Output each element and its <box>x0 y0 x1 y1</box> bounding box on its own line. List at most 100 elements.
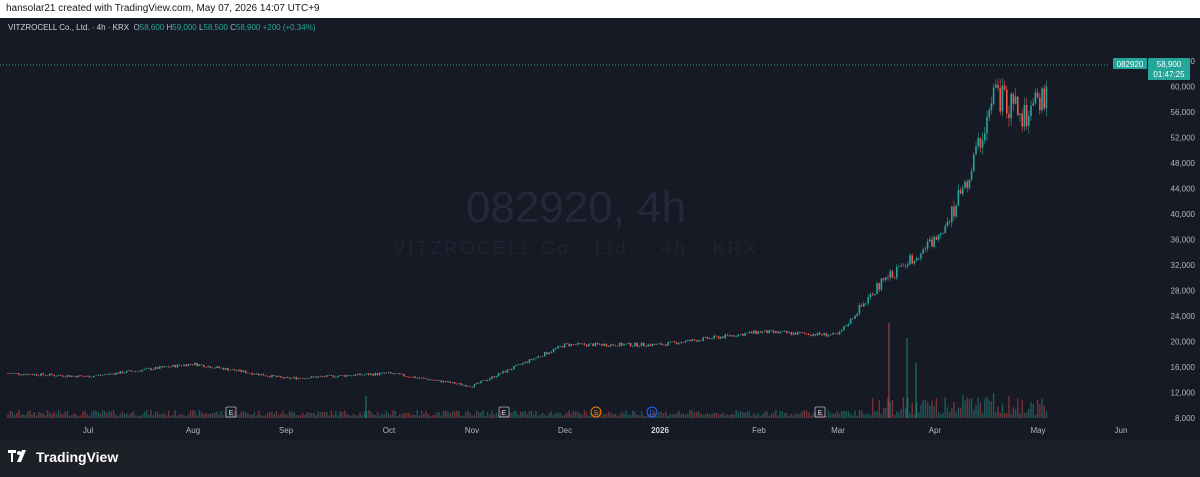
candle-body <box>530 359 533 360</box>
candle-body <box>748 331 751 333</box>
candlestick-chart[interactable]: 082920, 4h VITZROCELL Co., Ltd. · 4h · K… <box>0 18 1200 440</box>
volume-bar <box>698 411 700 418</box>
candle-body <box>438 380 440 381</box>
candle-body <box>768 330 770 334</box>
event-marker-label: D <box>649 410 654 417</box>
volume-bar <box>964 400 966 418</box>
candle-body <box>995 84 997 88</box>
volume-bar <box>86 413 88 418</box>
candle-body <box>629 342 632 347</box>
candle-body <box>451 382 454 383</box>
volume-bar <box>955 412 957 418</box>
candle-body <box>445 381 447 383</box>
candle-body <box>55 376 58 377</box>
volume-bar <box>689 410 691 418</box>
candle-body <box>858 305 861 314</box>
time-axis[interactable]: Jul Aug Sep Oct Nov Dec 2026 Feb Mar Apr May Jun <box>83 426 1128 435</box>
candle-body <box>634 342 636 346</box>
volume-bar <box>522 412 524 418</box>
volume-bar <box>900 409 902 418</box>
volume-bar <box>464 412 467 418</box>
volume-bar <box>953 402 955 418</box>
candle-body <box>482 380 484 381</box>
y-tick-label: 28,000 <box>1171 287 1196 296</box>
candle-body <box>427 379 429 381</box>
volume-bar <box>381 413 383 418</box>
candle-body <box>601 344 603 346</box>
volume-bar <box>482 410 484 418</box>
volume-bar <box>251 414 253 418</box>
chart-area[interactable]: 082920, 4h VITZROCELL Co., Ltd. · 4h · K… <box>0 18 1200 440</box>
volume-bar <box>110 411 113 418</box>
candles <box>7 78 1048 388</box>
volume-bar <box>852 415 854 418</box>
candle-body <box>394 373 396 375</box>
y-tick-label: 60,000 <box>1171 83 1196 92</box>
candle-body <box>649 344 652 346</box>
candle-body <box>1010 93 1012 119</box>
volume-bar <box>282 410 284 418</box>
volume-bar <box>174 410 176 418</box>
candle-body <box>951 206 953 223</box>
volume-bar <box>183 415 185 418</box>
candle-body <box>524 361 526 364</box>
volume-bar <box>64 411 66 418</box>
tradingview-brand[interactable]: TradingView <box>8 449 118 465</box>
candle-body <box>46 375 49 377</box>
volume-bar <box>16 413 18 418</box>
candle-body <box>975 146 977 155</box>
candle-body <box>390 372 392 374</box>
candle-body <box>526 361 528 363</box>
candle-body <box>363 374 366 376</box>
volume-bar <box>607 411 610 418</box>
candle-body <box>337 376 339 378</box>
volume-bar <box>66 411 69 418</box>
volume-bar <box>786 412 788 418</box>
earnings-marker-label: E <box>229 410 234 417</box>
volume-bar <box>165 415 168 418</box>
candle-body <box>603 343 605 346</box>
candle-body <box>53 375 55 376</box>
candle-body <box>808 333 810 335</box>
candle-body <box>821 334 823 336</box>
volume-bar <box>1008 396 1010 418</box>
candle-body <box>233 369 236 371</box>
candle-body <box>154 367 157 370</box>
volume-bar <box>295 415 297 418</box>
volume-bar <box>429 416 432 418</box>
candle-body <box>722 336 724 338</box>
volume-bar <box>922 400 924 418</box>
candle-body <box>73 375 75 377</box>
volume-bar <box>9 410 11 418</box>
volume-bar <box>137 415 139 418</box>
volume-bar <box>478 412 480 418</box>
volume-bar <box>755 415 757 418</box>
candle-body <box>720 336 722 339</box>
candle-body <box>123 372 126 374</box>
volume-bar <box>22 414 25 418</box>
candle-body <box>658 343 660 344</box>
volume-bar <box>456 410 458 418</box>
candle-body <box>132 371 135 372</box>
volume-bar <box>51 413 53 418</box>
candle-body <box>374 373 377 376</box>
candle-body <box>117 372 119 374</box>
candle-body <box>429 379 432 381</box>
candle-body <box>368 373 370 375</box>
candle-body <box>93 376 95 377</box>
volume-bar <box>62 414 64 418</box>
candle-body <box>449 381 451 383</box>
volume-bar <box>665 411 667 418</box>
candle-body <box>726 334 729 336</box>
price-axis[interactable]: 8,000 12,000 16,000 20,000 24,000 28,000 32,00… <box>1171 57 1196 423</box>
candle-body <box>566 343 568 344</box>
candle-body <box>99 374 102 376</box>
candle-body <box>346 375 348 377</box>
candle-body <box>610 344 612 347</box>
volume-bar <box>387 413 390 418</box>
x-tick-label: May <box>1030 426 1045 435</box>
volume-bar <box>656 415 658 418</box>
volume-bar <box>99 413 102 418</box>
volume-bar <box>95 410 97 418</box>
candle-body <box>997 84 999 89</box>
